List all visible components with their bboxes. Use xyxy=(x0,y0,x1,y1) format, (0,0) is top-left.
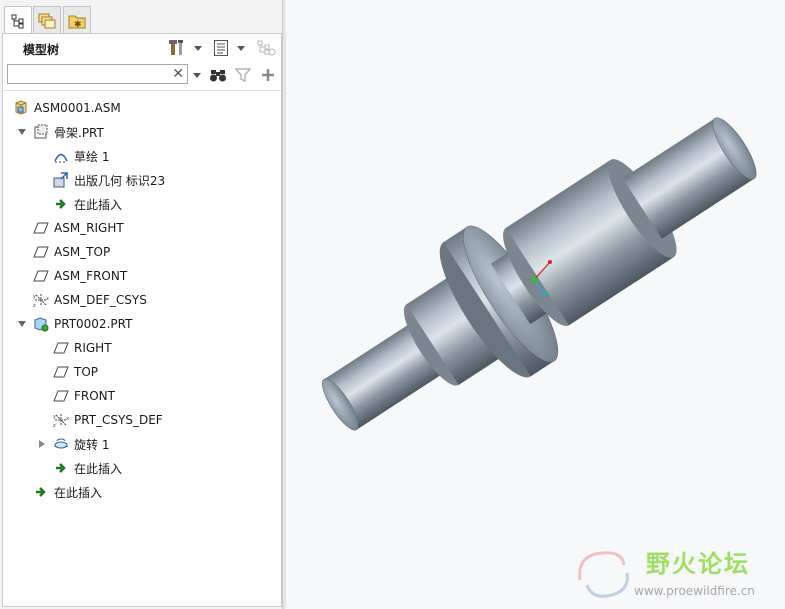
watermark-url: www.proewildfire.cn xyxy=(634,584,755,598)
shaft-model[interactable] xyxy=(286,0,785,609)
add-icon xyxy=(262,69,274,81)
tree-node-label: 在此插入 xyxy=(74,197,123,212)
expand-toggle[interactable] xyxy=(37,439,47,449)
tree-node-label: ASM_FRONT xyxy=(54,269,128,283)
coordinate-system-icon: y x z xyxy=(33,292,49,308)
tree-divider xyxy=(3,90,281,91)
watermark-logo-icon xyxy=(578,551,629,598)
svg-text:x: x xyxy=(66,416,69,422)
tree-node-publish-geometry[interactable]: 出版几何 标识23 xyxy=(3,169,281,191)
folder-star-icon: ✱ xyxy=(68,15,86,29)
filter-icon xyxy=(235,68,251,82)
datum-plane-icon xyxy=(33,220,49,236)
expand-toggle[interactable] xyxy=(17,127,27,137)
model-tree-icon xyxy=(11,14,24,29)
tree-node-front[interactable]: FRONT xyxy=(3,385,281,407)
tree-node-label: 出版几何 标识23 xyxy=(74,173,166,188)
tree-node-asm-top[interactable]: ASM_TOP xyxy=(3,241,281,263)
tree-node-label: 在此插入 xyxy=(54,485,103,500)
find-button[interactable] xyxy=(208,65,228,85)
tree-node-skeleton-prt[interactable]: 骨架.PRT xyxy=(3,121,281,143)
favorites-tab[interactable]: ✱ xyxy=(63,6,91,34)
filter-button[interactable] xyxy=(233,65,253,85)
tree-columns-icon xyxy=(214,40,228,56)
tree-node-top[interactable]: TOP xyxy=(3,361,281,383)
insert-here-arrow-icon xyxy=(53,460,69,476)
search-input[interactable] xyxy=(10,66,168,82)
coordinate-system-icon: y x z xyxy=(53,412,69,428)
model-tree-tab[interactable] xyxy=(4,6,32,35)
model-tree-panel: ✱ 模型树 ✕ ASM0001.ASM 骨架.PRT 草绘 1 出版几何 标识2… xyxy=(0,0,283,609)
svg-text:y: y xyxy=(33,294,36,300)
datum-plane-icon xyxy=(53,340,69,356)
tree-node-label: ASM0001.ASM xyxy=(34,101,121,115)
skeleton-part-icon xyxy=(33,124,49,140)
watermark-text: 野火论坛 xyxy=(646,550,750,578)
tree-node-label: 草绘 1 xyxy=(74,149,110,164)
model-tree-content: 模型树 ✕ ASM0001.ASM 骨架.PRT 草绘 1 出版几何 标识23 … xyxy=(2,33,282,607)
tree-node-revolve-1[interactable]: 旋转 1 xyxy=(3,433,281,455)
clear-search-icon[interactable]: ✕ xyxy=(172,65,184,83)
graphics-viewport[interactable]: 野火论坛 www.proewildfire.cn xyxy=(286,0,785,609)
datum-plane-icon xyxy=(53,364,69,380)
tree-node-insert-here-1[interactable]: 在此插入 xyxy=(3,193,281,215)
datum-plane-icon xyxy=(33,244,49,260)
tree-node-asm0001[interactable]: ASM0001.ASM xyxy=(3,97,281,119)
part-icon xyxy=(33,316,49,332)
navigator-tabs: ✱ xyxy=(2,4,281,35)
tree-node-label: PRT_CSYS_DEF xyxy=(74,413,163,427)
tree-node-label: ASM_RIGHT xyxy=(54,221,124,235)
expand-toggle[interactable] xyxy=(17,319,27,329)
settings-dropdown-caret[interactable] xyxy=(194,46,202,51)
revolve-icon xyxy=(53,436,69,452)
tree-node-insert-here-3[interactable]: 在此插入 xyxy=(3,481,281,503)
tree-node-asm-right[interactable]: ASM_RIGHT xyxy=(3,217,281,239)
add-button[interactable] xyxy=(258,65,278,85)
svg-text:z: z xyxy=(53,423,56,428)
tree-node-prt-csys-def[interactable]: y x z PRT_CSYS_DEF xyxy=(3,409,281,431)
tree-node-label: 旋转 1 xyxy=(74,437,110,452)
publish-geometry-icon xyxy=(53,172,69,188)
sketch-icon xyxy=(53,148,69,164)
svg-text:z: z xyxy=(33,303,36,308)
assembly-icon xyxy=(13,100,29,116)
search-dropdown-caret[interactable] xyxy=(193,73,201,78)
tree-node-label: PRT0002.PRT xyxy=(54,317,133,331)
show-filter-icon xyxy=(257,40,276,56)
tree-node-label: 在此插入 xyxy=(74,461,123,476)
insert-here-arrow-icon xyxy=(53,196,69,212)
tree-node-label: TOP xyxy=(74,365,99,379)
tree-node-asm-def-csys[interactable]: y x z ASM_DEF_CSYS xyxy=(3,289,281,311)
svg-text:y: y xyxy=(53,414,56,420)
settings-icon xyxy=(169,40,183,55)
tree-node-label: 骨架.PRT xyxy=(54,125,104,140)
tree-node-sketch-1[interactable]: 草绘 1 xyxy=(3,145,281,167)
tree-node-label: ASM_TOP xyxy=(54,245,111,259)
tree-node-label: ASM_DEF_CSYS xyxy=(54,293,147,307)
tree-node-asm-front[interactable]: ASM_FRONT xyxy=(3,265,281,287)
insert-here-arrow-icon xyxy=(33,484,49,500)
tree-node-insert-here-2[interactable]: 在此插入 xyxy=(3,457,281,479)
search-box: ✕ xyxy=(7,64,188,84)
show-filter-button[interactable] xyxy=(255,38,277,58)
layers-icon xyxy=(38,13,56,28)
svg-text:✱: ✱ xyxy=(74,20,82,29)
settings-button[interactable] xyxy=(167,38,187,58)
tree-node-right[interactable]: RIGHT xyxy=(3,337,281,359)
svg-text:x: x xyxy=(46,296,49,302)
tree-columns-dropdown-caret[interactable] xyxy=(237,46,245,51)
datum-plane-icon xyxy=(33,268,49,284)
datum-plane-icon xyxy=(53,388,69,404)
panel-title: 模型树 xyxy=(23,43,60,57)
tree-node-label: RIGHT xyxy=(74,341,112,355)
tree-node-prt0002[interactable]: PRT0002.PRT xyxy=(3,313,281,335)
layers-tab[interactable] xyxy=(33,6,61,34)
tree-node-label: FRONT xyxy=(74,389,115,403)
binoculars-icon xyxy=(210,70,226,82)
tree-columns-button[interactable] xyxy=(211,38,231,58)
